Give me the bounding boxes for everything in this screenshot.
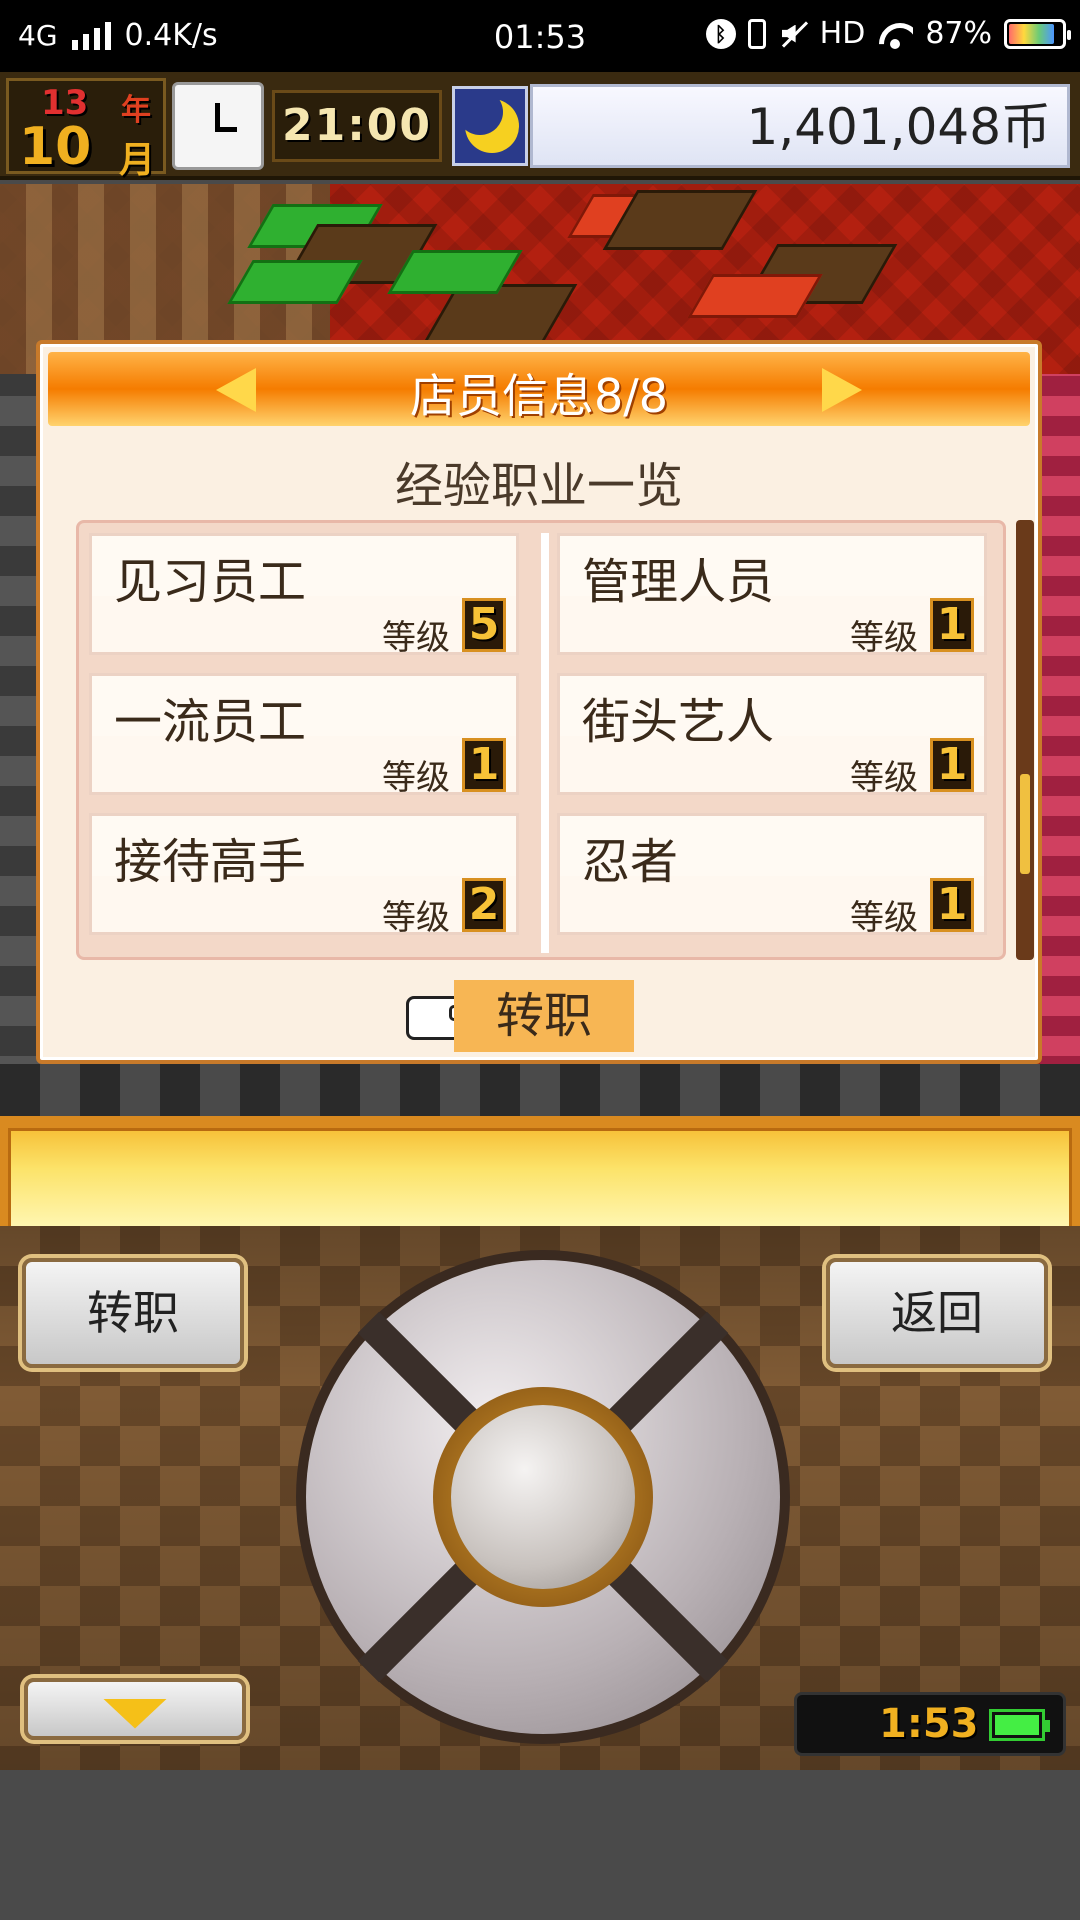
- vibrate-icon: [747, 18, 766, 49]
- down-arrow-icon: [103, 1698, 167, 1729]
- dialog-title: 店员信息8/8: [409, 369, 669, 423]
- year-unit: 年: [121, 93, 151, 128]
- level-value: 1: [462, 738, 506, 792]
- date-display: 13 年 10 月: [6, 78, 166, 181]
- month-value: 10: [19, 117, 92, 177]
- transfer-button[interactable]: 转职: [22, 1258, 244, 1368]
- mute-icon: [778, 19, 808, 49]
- level-value: 2: [462, 878, 506, 932]
- device-clock: 1:53: [794, 1692, 1066, 1756]
- job-list: 见习员工 等级 5 管理人员 等级 1 一流员工 等级 1 街头艺人 等级 1 …: [76, 520, 1006, 960]
- job-name: 接待高手: [114, 834, 307, 890]
- job-name: 管理人员: [582, 554, 775, 610]
- job-item[interactable]: 一流员工 等级 1: [89, 673, 519, 798]
- status-bar: 4G 0.4K/s 01:53 ᛒ HD 87%: [0, 0, 1080, 72]
- transfer-job-button[interactable]: 转职: [454, 980, 634, 1052]
- scene-bottom: [0, 1064, 1080, 1116]
- list-divider: [541, 533, 549, 953]
- staff-info-dialog: 店员信息8/8 经验职业一览 见习员工 等级 5 管理人员 等级 1 一流员工 …: [36, 340, 1042, 1064]
- dialog-subtitle: 经验职业一览: [394, 458, 683, 514]
- job-item[interactable]: 忍者 等级 1: [557, 813, 987, 938]
- hd-indicator: HD: [819, 16, 866, 51]
- dpad-center-button[interactable]: [451, 1405, 635, 1589]
- game-time: 21:00: [272, 90, 442, 162]
- battery-icon: [1004, 18, 1071, 49]
- job-name: 见习员工: [114, 554, 307, 610]
- status-right: ᛒ HD 87%: [705, 16, 1071, 51]
- level-label: 等级: [850, 758, 918, 798]
- job-name: 一流员工: [114, 694, 307, 750]
- level-value: 5: [462, 598, 506, 652]
- device-time: 1:53: [879, 1701, 979, 1747]
- job-item[interactable]: 管理人员 等级 1: [557, 533, 987, 658]
- message-bar: [0, 1116, 1080, 1226]
- job-item[interactable]: 接待高手 等级 2: [89, 813, 519, 938]
- level-label: 等级: [850, 898, 918, 938]
- battery-icon: [989, 1709, 1050, 1741]
- dialog-actions: 转职: [40, 980, 1038, 1052]
- level-label: 等级: [382, 618, 450, 658]
- job-name: 街头艺人: [582, 694, 775, 750]
- virtual-controller: 转职 返回 1:53: [0, 1226, 1080, 1770]
- level-value: 1: [930, 738, 974, 792]
- level-label: 等级: [382, 758, 450, 798]
- month-unit: 月: [119, 140, 156, 181]
- bluetooth-icon: ᛒ: [705, 18, 736, 49]
- scroll-thumb[interactable]: [1020, 774, 1030, 874]
- job-item[interactable]: 街头艺人 等级 1: [557, 673, 987, 798]
- green-sofa: [227, 260, 363, 304]
- level-label: 等级: [850, 618, 918, 658]
- moon-icon: [452, 86, 528, 166]
- level-label: 等级: [382, 898, 450, 938]
- game-hud: 13 年 10 月 21:00 1,401,048币: [0, 72, 1080, 181]
- battery-percent: 87%: [925, 16, 992, 51]
- red-sofa: [687, 274, 823, 318]
- job-name: 忍者: [582, 834, 679, 890]
- money-display: 1,401,048币: [530, 84, 1070, 168]
- scene-floor-right: [1040, 374, 1080, 1116]
- level-value: 1: [930, 598, 974, 652]
- dialog-header: 店员信息8/8: [48, 352, 1030, 426]
- scroll-down-button[interactable]: [24, 1678, 246, 1740]
- wifi-icon: [877, 19, 913, 49]
- back-button[interactable]: 返回: [826, 1258, 1048, 1368]
- level-value: 1: [930, 878, 974, 932]
- dpad-icon[interactable]: [296, 1250, 790, 1744]
- clock-icon: [172, 82, 264, 170]
- job-item[interactable]: 见习员工 等级 5: [89, 533, 519, 658]
- list-scrollbar[interactable]: [1016, 520, 1034, 960]
